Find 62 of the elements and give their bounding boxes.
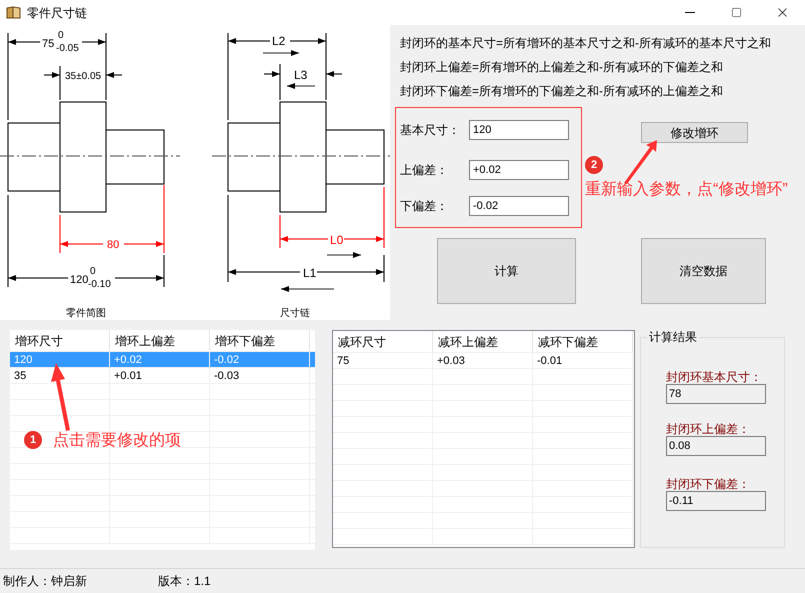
window-title: 零件尺寸链: [27, 4, 87, 22]
result-field: -0.11: [666, 491, 766, 511]
result-label: 封闭环基本尺寸：: [666, 370, 763, 384]
annotation-text: 点击需要修改的项: [53, 431, 181, 451]
result-label: 封闭环下偏差：: [666, 477, 751, 491]
field-label: 上偏差：: [400, 162, 449, 179]
step-badge: 2: [585, 156, 603, 174]
book-icon: [6, 6, 21, 19]
dimension-label: L0: [330, 233, 344, 247]
dimension-label: -0.05: [56, 43, 79, 54]
table-cell: -0.01: [533, 353, 633, 368]
formula-text: 封闭环下偏差=所有增环的下偏差之和-所有减环的上偏差之和: [400, 83, 724, 100]
direction-arrow: [287, 83, 315, 89]
dimension-label: 120: [70, 274, 88, 286]
dimension-label: 75: [42, 38, 54, 50]
field-label: 下偏差：: [400, 198, 449, 215]
status-text: 版本：1.1: [158, 573, 211, 590]
drawing-caption: 尺寸链: [280, 308, 310, 319]
input-field[interactable]: +0.02: [469, 160, 569, 180]
table-cell: +0.02: [110, 352, 210, 367]
drawing-caption: 零件简图: [66, 308, 106, 319]
dimension-arrow: [44, 72, 60, 78]
input-field[interactable]: -0.02: [469, 196, 569, 216]
result-label: 封闭环上偏差：: [666, 422, 751, 436]
field-label: 基本尺寸：: [400, 122, 461, 139]
column-header[interactable]: 增环尺寸: [10, 330, 110, 351]
maximize-icon: [730, 7, 742, 18]
dimension-label: 0: [58, 30, 64, 41]
column-header[interactable]: 减环尺寸: [333, 331, 433, 352]
direction-arrow: [327, 252, 361, 258]
dimension-label: L1: [303, 266, 316, 280]
column-header[interactable]: 增环下偏差: [210, 330, 310, 351]
minimize-icon: [685, 12, 695, 13]
dimension-label: L3: [294, 68, 308, 82]
modify-button[interactable]: 修改增环: [641, 122, 748, 143]
column-header[interactable]: 减环上偏差: [433, 331, 533, 352]
direction-arrow: [263, 50, 299, 56]
table-cell: 75: [333, 353, 433, 368]
calculate-button[interactable]: 计算: [437, 238, 576, 304]
table-cell: -0.02: [210, 352, 310, 367]
group-title: 计算结果: [647, 329, 699, 345]
column-header[interactable]: 减环下偏差: [533, 331, 633, 352]
table-cell: -0.03: [210, 368, 310, 383]
table-cell: +0.03: [433, 353, 533, 368]
formula-text: 封闭环的基本尺寸=所有增环的基本尺寸之和-所有减环的基本尺寸之和: [400, 35, 772, 52]
dimension-label: 80: [107, 239, 120, 251]
status-text: 制作人：钟启新: [3, 573, 88, 590]
result-field: 0.08: [666, 436, 766, 456]
dimension-label: -0.10: [88, 279, 111, 290]
dimension-label: 35±0.05: [65, 71, 102, 82]
column-header[interactable]: 增环上偏差: [110, 330, 210, 351]
annotation-text: 重新输入参数，点“修改增环”: [585, 180, 788, 200]
table-row[interactable]: 75 +0.03 -0.01: [333, 353, 634, 369]
dimension-arrow: [106, 72, 122, 78]
result-field: 78: [666, 384, 766, 404]
clear-button[interactable]: 清空数据: [641, 238, 766, 304]
formula-text: 封闭环上偏差=所有增环的上偏差之和-所有减环的下偏差之和: [400, 59, 724, 76]
input-field[interactable]: 120: [469, 120, 569, 140]
dimension-label: 0: [90, 266, 96, 277]
direction-arrow: [281, 286, 334, 292]
table-cell: +0.01: [110, 368, 210, 383]
dimension-label: L2: [272, 34, 286, 48]
